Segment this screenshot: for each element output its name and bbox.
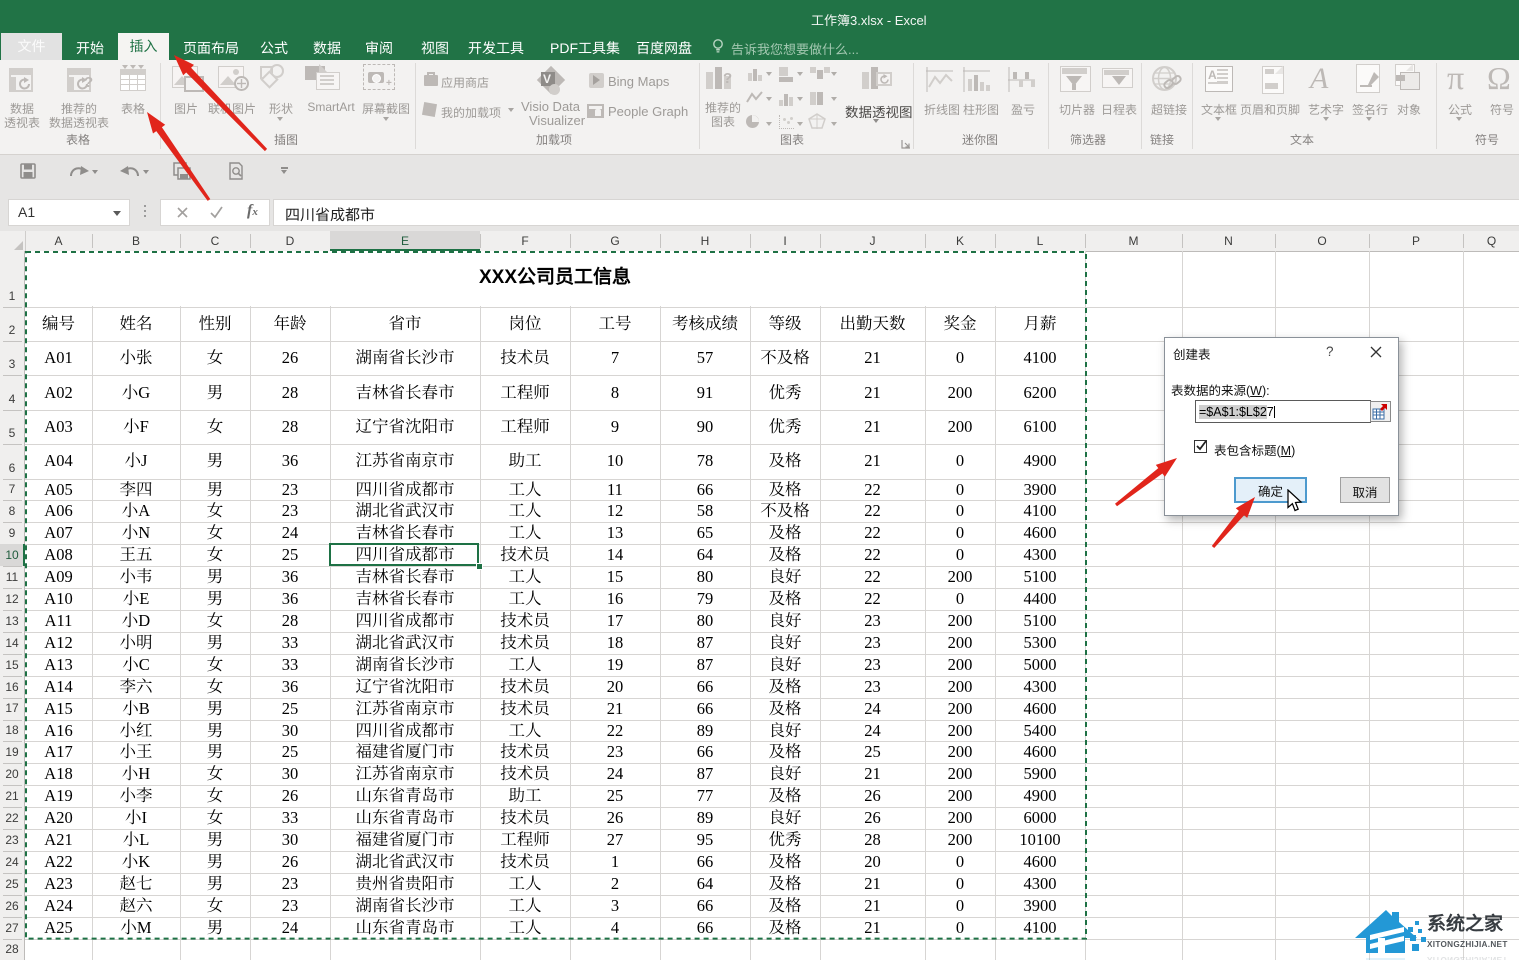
svg-text:XITONGZHIJIA.NET: XITONGZHIJIA.NET <box>1427 955 1508 960</box>
svg-text:系统之家: 系统之家 <box>1427 909 1504 936</box>
svg-text:XITONGZHIJIA.NET: XITONGZHIJIA.NET <box>1427 940 1508 949</box>
